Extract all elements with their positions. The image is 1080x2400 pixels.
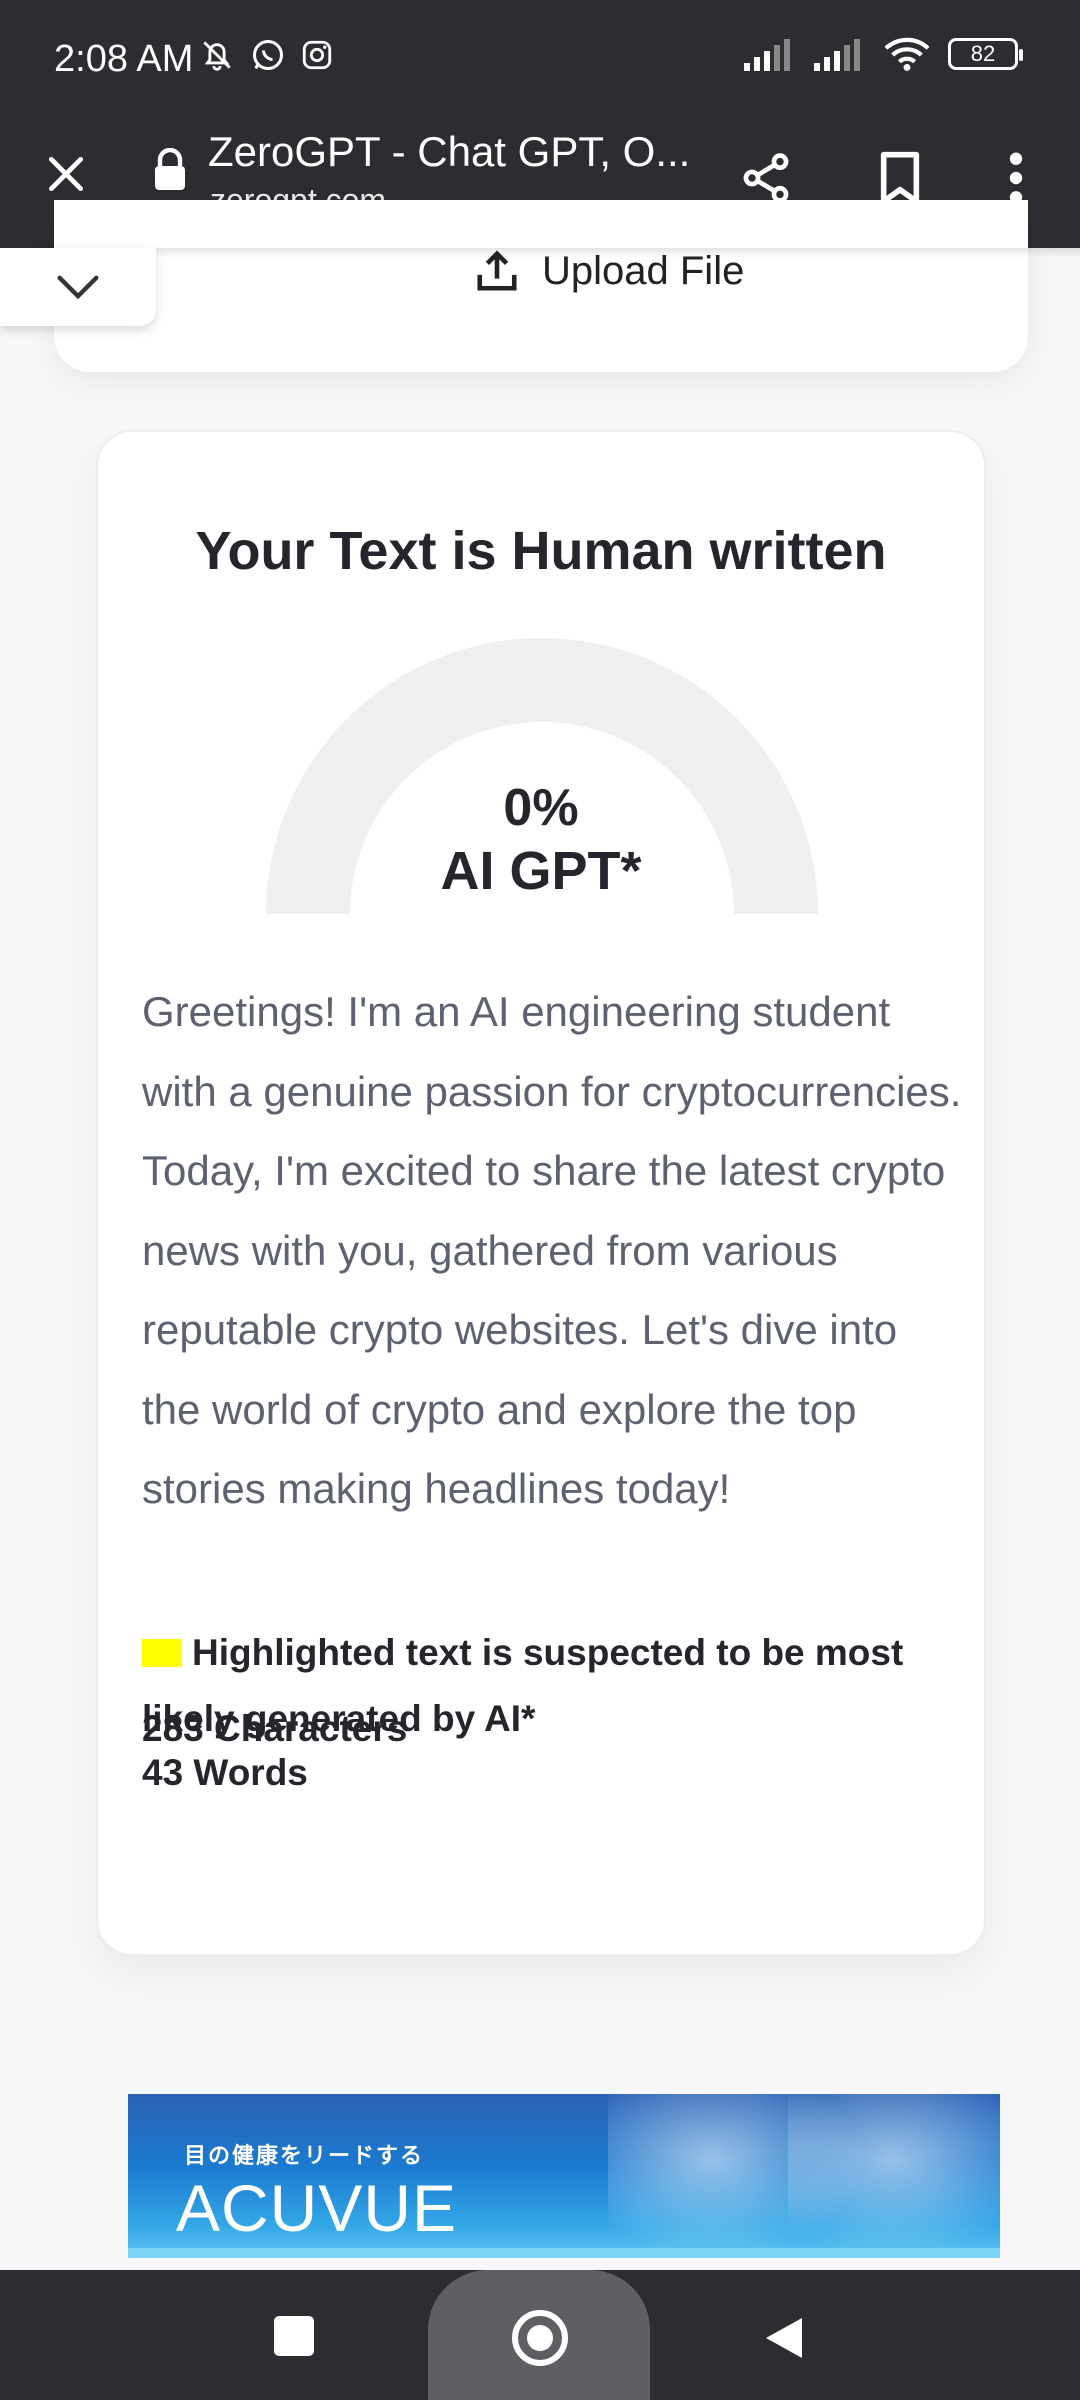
whatsapp-icon — [253, 40, 283, 70]
word-count: 43 Words — [142, 1752, 308, 1793]
close-icon — [48, 156, 84, 192]
result-card: Your Text is Human written 0% AI GPT* Gr… — [96, 430, 986, 1956]
highlight-swatch — [142, 1639, 182, 1667]
ad-light-ray — [788, 2094, 1000, 2258]
close-tab-button[interactable] — [34, 142, 98, 206]
status-time: 2:08 AM — [54, 38, 194, 80]
upload-card: Upload File — [54, 200, 1028, 372]
status-notification-icons — [198, 36, 334, 74]
toolbar-shadow — [0, 248, 1080, 258]
gauge-label: AI GPT* — [440, 841, 642, 901]
share-icon — [743, 153, 789, 203]
signal-icon — [744, 39, 790, 71]
instagram-icon — [302, 40, 332, 70]
lock-icon — [155, 148, 185, 190]
character-count: 283 Characters — [142, 1708, 408, 1749]
more-vert-icon — [1009, 152, 1023, 204]
chevron-down-icon — [57, 275, 99, 300]
page-title: ZeroGPT - Chat GPT, O... — [208, 128, 691, 175]
bookmark-icon — [880, 151, 920, 205]
battery-icon: 82 — [948, 38, 1023, 70]
analyzed-text: Greetings! I'm an AI engineering student… — [142, 988, 962, 1512]
status-bar: 2:08 AM 82 — [0, 0, 1080, 120]
home-button[interactable] — [512, 2310, 568, 2366]
gauge-percent: 0% — [503, 779, 579, 837]
wifi-icon — [884, 37, 930, 71]
status-system-icons: 82 — [744, 36, 1023, 72]
result-title: Your Text is Human written — [195, 521, 887, 581]
back-button[interactable] — [762, 2314, 806, 2362]
signal-icon-2 — [814, 39, 860, 71]
ad-banner[interactable]: 目の健康をリードする ACUVUE — [128, 2094, 1000, 2258]
bell-muted-icon — [203, 41, 231, 71]
ad-brand-logo: ACUVUE — [176, 2171, 458, 2245]
recents-button[interactable] — [274, 2316, 314, 2356]
ad-tagline: 目の健康をリードする — [184, 2143, 425, 2168]
ad-bottom-strip — [128, 2248, 1000, 2258]
system-nav-bar — [0, 2270, 1080, 2400]
collapse-toggle-button[interactable] — [0, 248, 156, 326]
battery-level: 82 — [970, 41, 996, 66]
